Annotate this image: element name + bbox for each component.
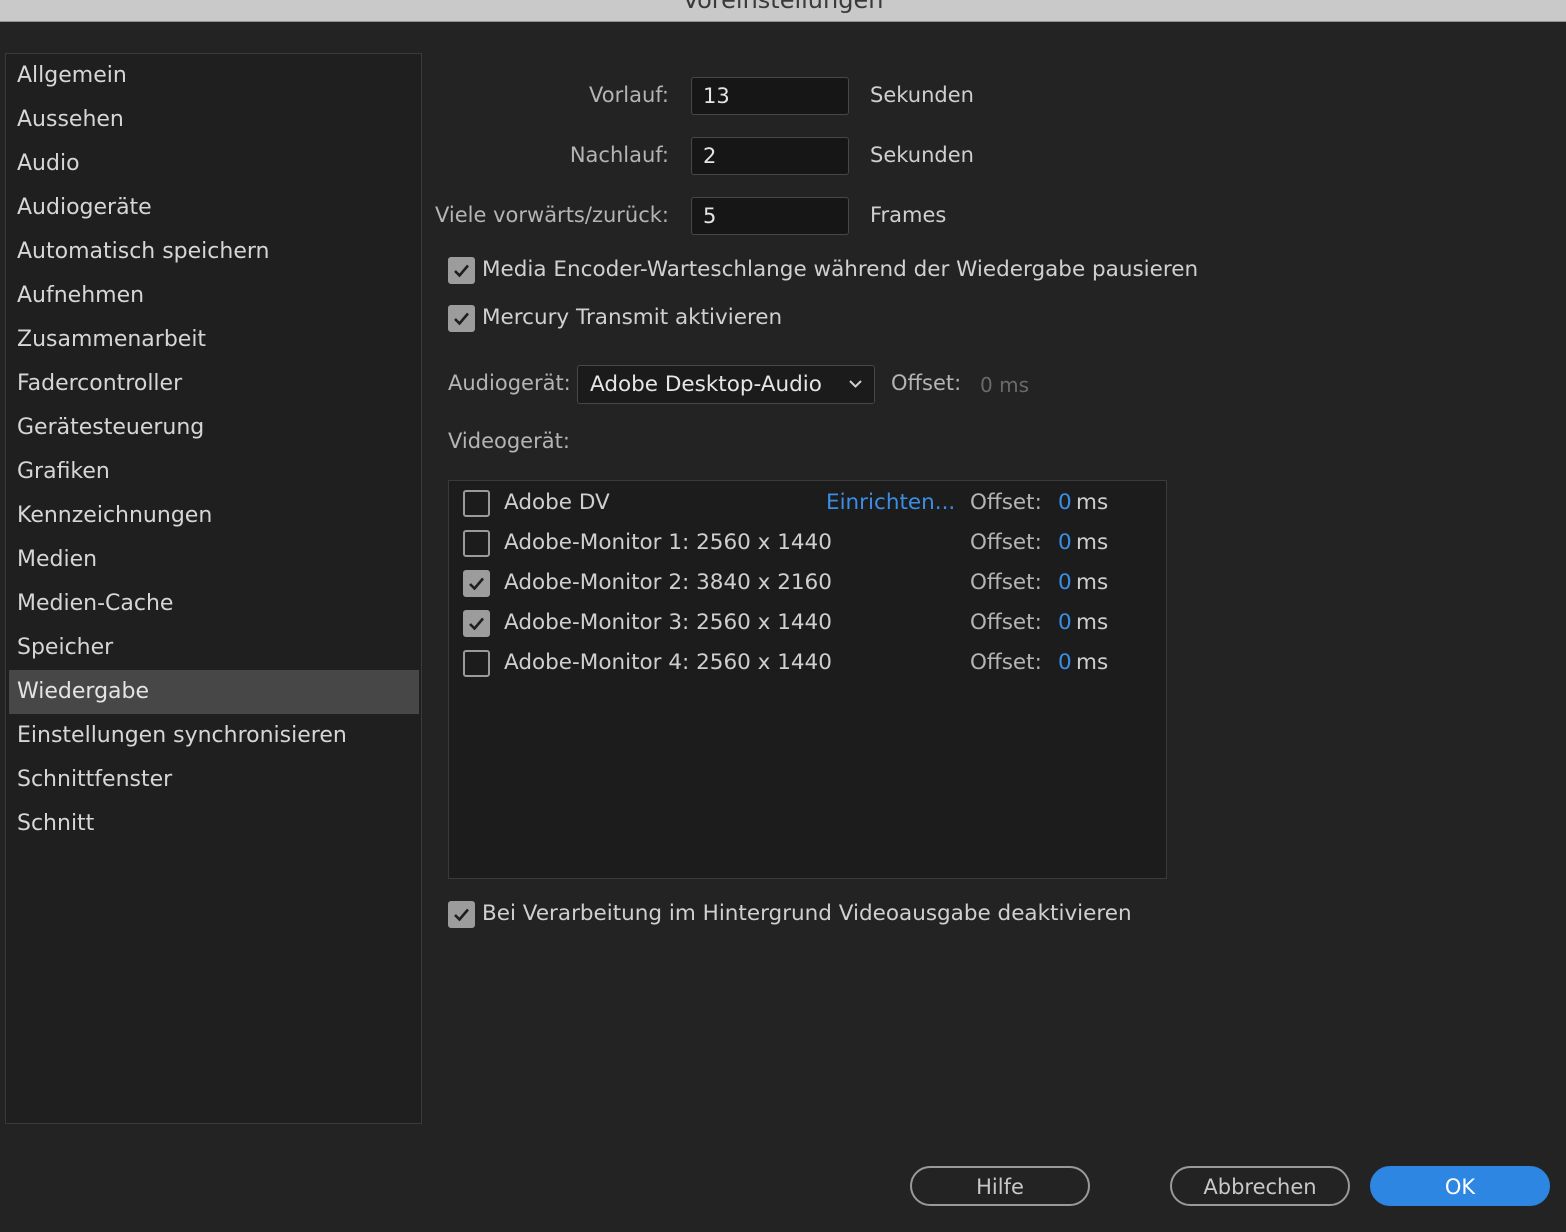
video-device-row: Adobe-Monitor 2: 3840 x 2160 Offset: 0 m… bbox=[449, 563, 1166, 603]
audio-device-label: Audiogerät: bbox=[448, 371, 571, 395]
video-device-checkbox[interactable] bbox=[463, 530, 490, 557]
video-offset-value[interactable]: 0 bbox=[1058, 610, 1072, 635]
video-offset-label: Offset: bbox=[970, 530, 1042, 555]
check-icon bbox=[469, 577, 484, 591]
audio-device-value: Adobe Desktop-Audio bbox=[590, 372, 822, 397]
video-device-row: Adobe-Monitor 4: 2560 x 1440 Offset: 0 m… bbox=[449, 643, 1166, 683]
video-offset-unit: ms bbox=[1076, 610, 1109, 635]
sidebar-item-zusammenarbeit[interactable]: Zusammenarbeit bbox=[9, 318, 419, 362]
postroll-label: Nachlauf: bbox=[569, 143, 669, 167]
video-device-checkbox[interactable] bbox=[463, 490, 490, 517]
mercury-transmit-checkbox[interactable] bbox=[448, 305, 475, 332]
video-offset-value[interactable]: 0 bbox=[1058, 530, 1072, 555]
postroll-input[interactable]: 2 bbox=[691, 137, 849, 175]
sidebar-item-medien[interactable]: Medien bbox=[9, 538, 419, 582]
setup-link[interactable]: Einrichten... bbox=[826, 490, 955, 515]
audio-offset-value: 0 ms bbox=[980, 373, 1029, 397]
video-device-label: Videogerät: bbox=[448, 429, 570, 453]
video-offset-label: Offset: bbox=[970, 490, 1042, 515]
video-offset-value[interactable]: 0 bbox=[1058, 650, 1072, 675]
check-icon bbox=[469, 617, 484, 631]
preroll-unit: Sekunden bbox=[870, 83, 974, 107]
disable-background-video-label: Bei Verarbeitung im Hintergrund Videoaus… bbox=[482, 901, 1132, 926]
video-device-checkbox[interactable] bbox=[463, 570, 490, 597]
sidebar-item-grafiken[interactable]: Grafiken bbox=[9, 450, 419, 494]
sidebar-item-audiogeraete[interactable]: Audiogeräte bbox=[9, 186, 419, 230]
video-device-checkbox[interactable] bbox=[463, 650, 490, 677]
step-input[interactable]: 5 bbox=[691, 197, 849, 235]
video-device-name: Adobe DV bbox=[504, 490, 610, 515]
sidebar-item-kennzeichnungen[interactable]: Kennzeichnungen bbox=[9, 494, 419, 538]
video-device-row: Adobe DV Einrichten... Offset: 0 ms bbox=[449, 483, 1166, 523]
video-offset-unit: ms bbox=[1076, 530, 1109, 555]
sidebar-item-fadercontroller[interactable]: Fadercontroller bbox=[9, 362, 419, 406]
chevron-down-icon bbox=[849, 380, 862, 388]
preroll-input[interactable]: 13 bbox=[691, 77, 849, 115]
check-icon bbox=[454, 264, 469, 278]
cancel-button[interactable]: Abbrechen bbox=[1170, 1166, 1350, 1206]
sidebar-item-aussehen[interactable]: Aussehen bbox=[9, 98, 419, 142]
video-device-name: Adobe-Monitor 2: 3840 x 2160 bbox=[504, 570, 832, 595]
video-offset-unit: ms bbox=[1076, 570, 1109, 595]
video-offset-value[interactable]: 0 bbox=[1058, 490, 1072, 515]
window-titlebar: Voreinstellungen bbox=[0, 0, 1566, 22]
step-unit: Frames bbox=[870, 203, 947, 227]
sidebar-item-allgemein[interactable]: Allgemein bbox=[9, 54, 419, 98]
ok-button[interactable]: OK bbox=[1370, 1166, 1550, 1206]
video-device-list: Adobe DV Einrichten... Offset: 0 ms Adob… bbox=[448, 480, 1167, 879]
sidebar-item-aufnehmen[interactable]: Aufnehmen bbox=[9, 274, 419, 318]
video-device-row: Adobe-Monitor 3: 2560 x 1440 Offset: 0 m… bbox=[449, 603, 1166, 643]
video-device-checkbox[interactable] bbox=[463, 610, 490, 637]
mercury-transmit-label: Mercury Transmit aktivieren bbox=[482, 305, 783, 330]
sidebar-item-geraetesteuerung[interactable]: Gerätesteuerung bbox=[9, 406, 419, 450]
sidebar-item-medien-cache[interactable]: Medien-Cache bbox=[9, 582, 419, 626]
video-offset-unit: ms bbox=[1076, 650, 1109, 675]
postroll-unit: Sekunden bbox=[870, 143, 974, 167]
pause-media-encoder-checkbox[interactable] bbox=[448, 257, 475, 284]
step-label: Viele vorwärts/zurück: bbox=[435, 203, 669, 227]
sidebar-item-speicher[interactable]: Speicher bbox=[9, 626, 419, 670]
video-offset-label: Offset: bbox=[970, 570, 1042, 595]
audio-offset-label: Offset: bbox=[891, 371, 962, 395]
audio-device-select[interactable]: Adobe Desktop-Audio bbox=[577, 365, 875, 404]
check-icon bbox=[454, 908, 469, 922]
sidebar-item-schnittfenster[interactable]: Schnittfenster bbox=[9, 758, 419, 802]
preferences-sidebar: Allgemein Aussehen Audio Audiogeräte Aut… bbox=[5, 53, 422, 1124]
sidebar-item-automatisch-speichern[interactable]: Automatisch speichern bbox=[9, 230, 419, 274]
help-button[interactable]: Hilfe bbox=[910, 1166, 1090, 1206]
video-device-name: Adobe-Monitor 3: 2560 x 1440 bbox=[504, 610, 832, 635]
sidebar-item-einstellungen-synchronisieren[interactable]: Einstellungen synchronisieren bbox=[9, 714, 419, 758]
video-device-name: Adobe-Monitor 1: 2560 x 1440 bbox=[504, 530, 832, 555]
check-icon bbox=[454, 312, 469, 326]
preroll-label: Vorlauf: bbox=[589, 83, 669, 107]
video-offset-unit: ms bbox=[1076, 490, 1109, 515]
video-device-name: Adobe-Monitor 4: 2560 x 1440 bbox=[504, 650, 832, 675]
video-offset-value[interactable]: 0 bbox=[1058, 570, 1072, 595]
window-title: Voreinstellungen bbox=[682, 0, 884, 14]
sidebar-item-schnitt[interactable]: Schnitt bbox=[9, 802, 419, 846]
pause-media-encoder-label: Media Encoder-Warteschlange während der … bbox=[482, 257, 1199, 282]
video-device-row: Adobe-Monitor 1: 2560 x 1440 Offset: 0 m… bbox=[449, 523, 1166, 563]
sidebar-item-wiedergabe[interactable]: Wiedergabe bbox=[9, 670, 419, 714]
video-offset-label: Offset: bbox=[970, 650, 1042, 675]
sidebar-item-audio[interactable]: Audio bbox=[9, 142, 419, 186]
video-offset-label: Offset: bbox=[970, 610, 1042, 635]
disable-background-video-checkbox[interactable] bbox=[448, 901, 475, 928]
